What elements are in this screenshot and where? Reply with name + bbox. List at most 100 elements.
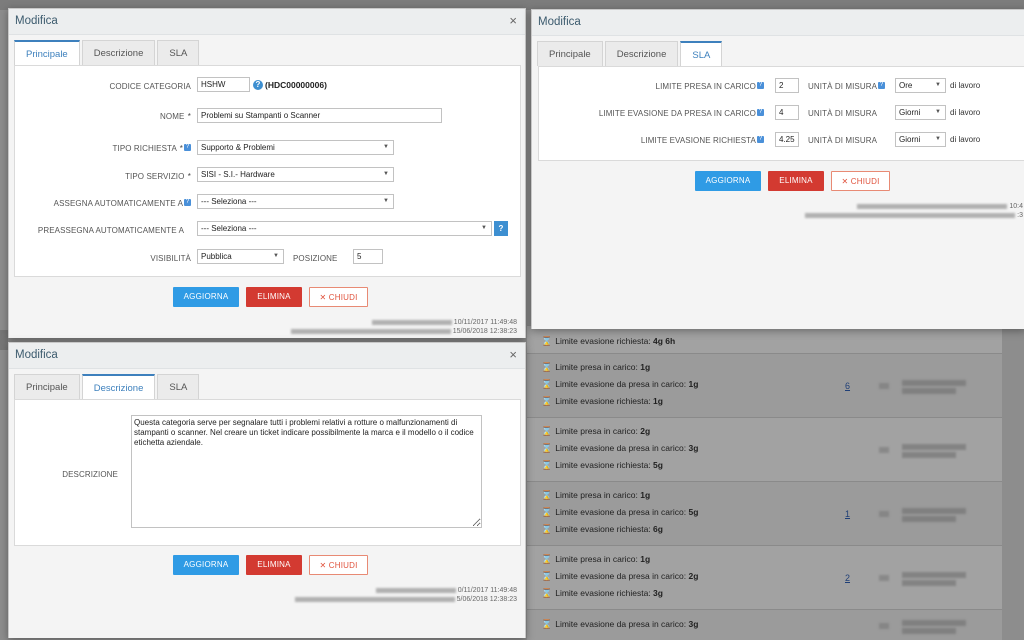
tab-sla[interactable]: SLA [157,40,200,65]
codice-categoria-input[interactable]: HSHW [197,77,250,92]
limite-evasione-richiesta-input[interactable]: 4.25 [775,132,799,147]
posizione-label: POSIZIONE [293,254,338,263]
unita-misura-select[interactable]: Giorni ▼ [895,105,946,120]
close-icon[interactable]: × [509,13,517,28]
sla-line: ⌛ Limite evasione da presa in carico: 1g [541,379,698,390]
list-row[interactable]: ⌛ Limite presa in carico: 1g ⌛ Limite evasi… [527,481,1002,545]
chevron-down-icon: ▼ [383,198,389,204]
blurred-cell [902,572,966,578]
tab-principale[interactable]: Principale [14,374,80,399]
visibilita-select[interactable]: Pubblica ▼ [197,249,284,264]
chevron-down-icon: ▼ [935,136,941,142]
unita-misura-label: UNITÀ DI MISURA? [808,82,886,91]
ticket-count-link[interactable]: 1 [845,509,850,519]
elimina-button[interactable]: ELIMINA [768,171,824,191]
close-icon[interactable]: × [509,347,517,362]
help-icon[interactable]: ? [757,136,764,143]
help-icon[interactable]: ? [757,82,764,89]
chiudi-button[interactable]: ✕ CHIUDI [831,171,890,191]
blurred-cell [879,575,889,581]
unita-misura-select[interactable]: Ore ▼ [895,78,946,93]
hourglass-icon: ⌛ [541,507,553,517]
sla-line-label: Limite evasione richiesta: [555,396,651,406]
elimina-button[interactable]: ELIMINA [246,555,302,575]
elimina-button[interactable]: ELIMINA [246,287,302,307]
list-row[interactable]: ⌛ Limite presa in carico: 1g ⌛ Limite evasi… [527,353,1002,417]
codice-categoria-label: CODICE CATEGORIA [109,82,191,91]
sla-line: ⌛ Limite evasione richiesta: 4g 6h [541,336,675,347]
nome-input[interactable]: Problemi su Stampanti o Scanner [197,108,442,123]
help-icon[interactable]: ? [757,109,764,116]
hourglass-icon: ⌛ [541,443,553,453]
chevron-down-icon: ▼ [273,253,279,259]
blurred-cell [902,516,956,522]
chiudi-button[interactable]: ✕ CHIUDI [309,555,368,575]
tab-bar: Principale Descrizione SLA [537,41,724,67]
posizione-input[interactable]: 5 [353,249,383,264]
sla-line-value: 2g [688,571,699,581]
limite-evasione-richiesta-label: LIMITE EVASIONE RICHIESTA? [640,136,764,145]
descrizione-textarea[interactable]: Questa categoria serve per segnalare tut… [131,415,482,528]
background-strip [0,330,8,350]
category-list-background: ⌛ Limite evasione richiesta: 4g 6h ⌛ Limite… [527,325,1002,640]
ticket-count-link[interactable]: 2 [845,573,850,583]
hourglass-icon: ⌛ [541,426,553,436]
edit-modal-descrizione: Modifica × Principale Descrizione SLA DE… [8,342,526,638]
tipo-servizio-select[interactable]: SISI - S.I.- Hardware ▼ [197,167,394,182]
list-row[interactable]: ⌛ Limite presa in carico: 2g ⌛ Limite evasi… [527,417,1002,481]
help-icon[interactable]: ? [878,82,886,89]
modal-body: Principale Descrizione SLA CODICE CATEGO… [9,35,525,338]
unita-misura-select[interactable]: Giorni ▼ [895,132,946,147]
aggiorna-button[interactable]: AGGIORNA [173,287,239,307]
sla-line-label: Limite presa in carico: [555,554,638,564]
edit-modal-sla: Modifica Principale Descrizione SLA LIMI… [531,9,1024,329]
sla-line: ⌛ Limite evasione richiesta: 3g [541,588,663,599]
sla-line-label: Limite evasione da presa in carico: [555,379,687,389]
help-icon[interactable]: ? [494,221,508,236]
tab-descrizione[interactable]: Descrizione [81,40,156,65]
tab-sla[interactable]: SLA [680,41,723,67]
tab-descrizione[interactable]: Descrizione [81,374,156,400]
list-row[interactable]: ⌛ Limite presa in carico: 1g ⌛ Limite evasi… [527,545,1002,609]
modal-title: Modifica [538,16,581,28]
modal-title: Modifica [15,15,58,27]
tab-principale[interactable]: Principale [537,41,603,66]
sla-line: ⌛ Limite evasione richiesta: 5g [541,460,663,471]
blurred-cell [902,619,966,626]
tab-principale[interactable]: Principale [14,40,80,66]
tab-sla[interactable]: SLA [157,374,200,399]
aggiorna-button[interactable]: AGGIORNA [695,171,761,191]
sla-line-value: 4g 6h [653,336,676,346]
blurred-cell [902,388,956,394]
limite-evasione-presa-label: LIMITE EVASIONE DA PRESA IN CARICO? [598,109,764,118]
list-row[interactable]: ⌛ Limite evasione richiesta: 4g 6h [527,325,1002,353]
blurred-cell [879,447,889,453]
assegna-select[interactable]: --- Seleziona --- ▼ [197,194,394,209]
hourglass-icon: ⌛ [541,379,553,389]
aggiorna-button[interactable]: AGGIORNA [173,555,239,575]
tab-bar: Principale Descrizione SLA [14,374,201,400]
list-row[interactable]: ⌛ Limite evasione da presa in carico: 3g [527,609,1002,640]
form-panel: CODICE CATEGORIA HSHW ? (HDC00000006) NO… [14,65,521,277]
hourglass-icon: ⌛ [541,336,553,346]
help-icon[interactable]: ? [253,80,263,90]
blurred-cell [879,622,889,629]
help-icon[interactable]: ? [184,144,191,151]
modal-body: Principale Descrizione SLA DESCRIZIONE Q… [9,369,525,638]
limite-presa-input[interactable]: 2 [775,78,799,93]
preassegna-select[interactable]: --- Seleziona --- ▼ [197,221,492,236]
blurred-cell [879,383,889,389]
blurred-cell [902,508,966,514]
ticket-count-link[interactable]: 6 [845,381,850,391]
created-meta: 0/11/2017 11:49:48 [375,587,517,594]
sla-line: ⌛ Limite evasione richiesta: 6g [541,524,663,535]
chiudi-button[interactable]: ✕ CHIUDI [309,287,368,307]
limite-evasione-presa-input[interactable]: 4 [775,105,799,120]
tipo-richiesta-select[interactable]: Supporto & Problemi ▼ [197,140,394,155]
sla-line-value: 1g [640,362,651,372]
help-icon[interactable]: ? [184,199,191,206]
hourglass-icon: ⌛ [541,588,553,598]
tab-descrizione[interactable]: Descrizione [604,41,679,66]
chevron-down-icon: ▼ [935,109,941,115]
sla-line-label: Limite evasione da presa in carico: [555,619,687,629]
